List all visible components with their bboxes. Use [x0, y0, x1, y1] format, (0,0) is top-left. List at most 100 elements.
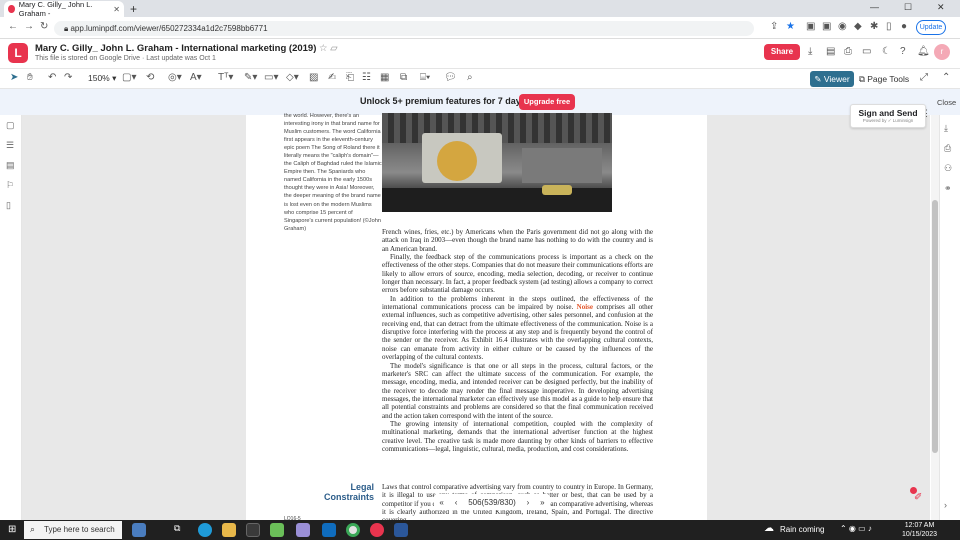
avatar[interactable]: r — [934, 44, 950, 60]
ocr-tool-icon[interactable]: ⌸▾ — [420, 72, 430, 83]
update-button[interactable]: Update — [916, 20, 946, 35]
star-icon[interactable]: ☆ — [319, 43, 328, 54]
scrollbar-thumb[interactable] — [932, 200, 938, 453]
widgets-icon[interactable] — [132, 523, 146, 537]
thumbnails-icon[interactable]: ▢ — [6, 120, 15, 131]
extensions-puzzle-icon[interactable]: ✱ — [870, 21, 878, 32]
eraser-tool-icon[interactable]: ◇▾ — [286, 72, 299, 83]
extension-icon[interactable]: ▣ — [822, 21, 831, 32]
merge-tool-icon[interactable]: ⧉ — [400, 72, 407, 83]
app-icon[interactable] — [296, 523, 310, 537]
save-icon[interactable]: ▤ — [826, 46, 835, 57]
page-layout-icon[interactable]: ▢▾ — [122, 72, 136, 83]
text-tool-icon[interactable]: Tᵀ▾ — [218, 72, 233, 83]
sign-and-send-card[interactable]: Sign and Send Powered by ✓ Luminsign — [850, 104, 926, 128]
print-side-icon[interactable]: ⎙ — [944, 143, 951, 154]
lumin-logo[interactable]: L — [8, 43, 28, 63]
share-page-icon[interactable]: ⇪ — [770, 21, 778, 32]
prev-page-button[interactable]: ‹ — [455, 498, 458, 507]
expand-icon[interactable]: ⤢ — [920, 72, 928, 83]
back-icon[interactable]: ← — [8, 21, 18, 32]
download-side-icon[interactable]: ⤓ — [944, 123, 948, 134]
system-tray-icons[interactable]: ⌃ ◉ ▭ ♪ — [840, 524, 872, 533]
weather-icon[interactable]: ☁︎ — [764, 523, 774, 534]
file-explorer-icon[interactable] — [222, 523, 236, 537]
redo-icon[interactable]: ↷ — [64, 72, 72, 83]
image-tool-icon[interactable]: ▨ — [309, 72, 318, 83]
maximize-window-icon[interactable]: ☐ — [904, 2, 912, 13]
store-icon[interactable] — [246, 523, 260, 537]
collapse-right-icon[interactable]: › — [944, 500, 947, 510]
close-tab-icon[interactable]: ✕ — [113, 5, 120, 14]
share-button[interactable]: Share — [764, 44, 800, 60]
side-panel-icon[interactable]: ▯ — [886, 21, 892, 32]
app-icon[interactable] — [370, 523, 384, 537]
forward-icon[interactable]: → — [24, 21, 34, 32]
move-folder-icon[interactable]: ▱ — [330, 43, 337, 54]
app-icon[interactable] — [270, 523, 284, 537]
more-options-icon[interactable]: ⋮ — [922, 108, 931, 119]
edge-icon[interactable] — [198, 523, 212, 537]
weather-text[interactable]: Rain coming — [780, 525, 824, 534]
dark-mode-icon[interactable]: ☾ — [882, 46, 891, 57]
extension-icon[interactable]: ◉ — [838, 21, 847, 32]
highlight-icon[interactable]: A▾ — [190, 72, 202, 83]
select-tool-icon[interactable]: ➤ — [10, 72, 18, 83]
taskbar-search-input[interactable]: Type here to search — [24, 521, 122, 539]
undo-icon[interactable]: ↶ — [48, 72, 56, 83]
comment-icon[interactable]: ◎▾ — [168, 72, 182, 83]
bookmark-star-icon[interactable]: ★ — [786, 21, 795, 32]
collapse-icon[interactable]: ⌃ — [942, 72, 950, 83]
attachments-icon[interactable]: ▯ — [6, 200, 11, 211]
shape-tool-icon[interactable]: ▭▾ — [264, 72, 278, 83]
upgrade-button[interactable]: Upgrade free — [519, 94, 575, 110]
browser-tab[interactable]: Mary C. Gilly_ John L. Graham - ✕ — [4, 0, 124, 18]
bookmark-icon[interactable]: ⚐ — [6, 180, 14, 191]
new-tab-button[interactable]: + — [130, 2, 137, 16]
link-icon[interactable]: ⚭ — [944, 183, 952, 194]
next-page-button[interactable]: › — [527, 498, 530, 507]
notification-bell-icon[interactable]: 🔔︎ — [917, 46, 930, 57]
comments-list-icon[interactable]: ▤ — [6, 160, 15, 171]
form-tool-icon[interactable]: ☷ — [362, 72, 371, 83]
pen-tool-icon[interactable]: ✎▾ — [244, 72, 257, 83]
page-tools-button[interactable]: ⧉ Page Tools — [856, 71, 912, 87]
stamp-tool-icon[interactable]: ⎗ — [346, 72, 354, 83]
first-page-button[interactable]: « — [439, 498, 443, 507]
print-icon[interactable]: ⎙ — [844, 46, 852, 57]
task-view-icon[interactable]: ⧉ — [174, 523, 188, 537]
viewer-mode-button[interactable]: ✎ Viewer — [810, 71, 854, 87]
search-icon[interactable]: ⌕ — [467, 72, 473, 83]
download-icon[interactable]: ⤓ — [808, 46, 812, 57]
outline-icon[interactable]: ☰ — [6, 140, 14, 151]
paragraph: The growing intensity of international c… — [382, 419, 653, 453]
word-icon[interactable] — [394, 523, 408, 537]
extension-icon[interactable]: ▣ — [806, 21, 815, 32]
close-window-icon[interactable]: ✕ — [937, 2, 945, 13]
left-sidebar — [0, 115, 22, 520]
mail-icon[interactable] — [322, 523, 336, 537]
last-page-button[interactable]: » — [540, 498, 544, 507]
hand-tool-icon[interactable]: ✋︎ — [27, 72, 33, 83]
lumin-assistant-icon[interactable]: ✐ — [914, 492, 930, 508]
rotate-icon[interactable]: ⟲ — [146, 72, 154, 83]
chat-tool-icon[interactable]: 💬︎ — [444, 72, 457, 83]
signature-tool-icon[interactable]: ✍︎ — [328, 72, 336, 83]
profile-icon[interactable]: ● — [901, 21, 907, 32]
help-icon[interactable]: ? — [900, 46, 906, 57]
chrome-icon[interactable] — [346, 523, 360, 537]
table-tool-icon[interactable]: ▦ — [380, 72, 389, 83]
windows-start-icon[interactable]: ⊞ — [8, 524, 16, 535]
url-field[interactable]: 🔒︎ app.luminpdf.com/viewer/650272334a1d2… — [54, 21, 754, 36]
zoom-level[interactable]: 150% ▾ — [88, 73, 116, 84]
page-indicator[interactable]: 506(539/830) — [468, 498, 516, 507]
reload-icon[interactable]: ↻ — [40, 21, 48, 32]
screen-icon[interactable]: ▭ — [862, 46, 871, 57]
share-side-icon[interactable]: ⚇ — [944, 163, 952, 174]
minimize-window-icon[interactable]: — — [870, 2, 879, 12]
extension-icon[interactable]: ◆ — [854, 21, 862, 32]
close-banner-button[interactable]: Close — [937, 98, 956, 107]
system-clock[interactable]: 12:07 AM 10/15/2023 — [902, 521, 937, 539]
paragraph-text: comprises all other external influences,… — [382, 303, 654, 362]
document-subtitle: This file is stored on Google Drive · La… — [35, 55, 216, 62]
